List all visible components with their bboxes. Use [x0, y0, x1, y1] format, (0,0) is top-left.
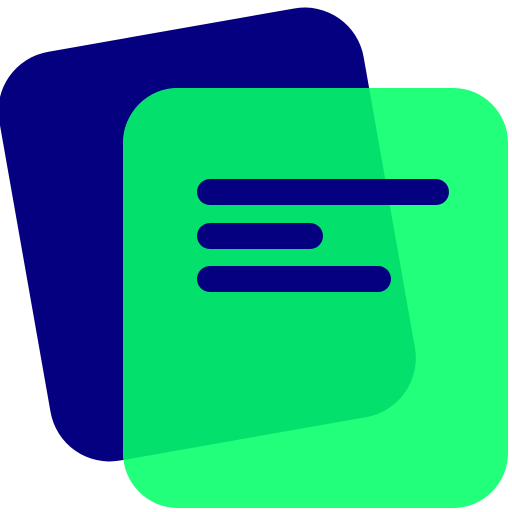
icon-canvas [0, 0, 512, 512]
notes-app-icon [0, 7, 508, 508]
